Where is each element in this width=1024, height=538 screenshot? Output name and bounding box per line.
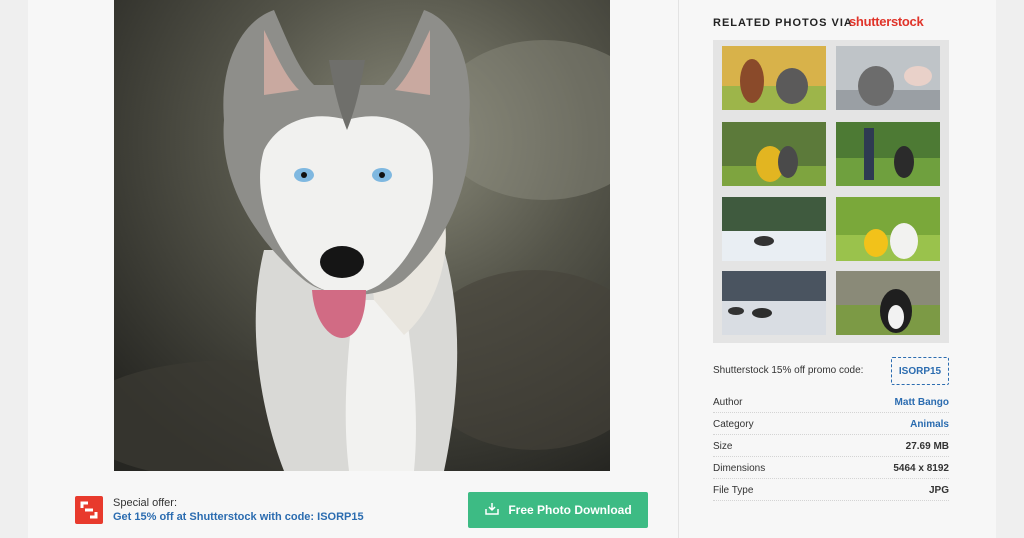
meta-dimensions-label: Dimensions [713,463,766,474]
promo-code-button[interactable]: ISORP15 [891,357,949,385]
meta-category-link[interactable]: Animals [910,419,949,430]
meta-size-value: 27.69 MB [905,441,949,452]
meta-dimensions-row: Dimensions 5464 x 8192 [713,462,949,479]
free-photo-download-button[interactable]: Free Photo Download [468,492,648,528]
special-offer-label: Special offer: [113,497,178,509]
page: Special offer: Get 15% off at Shuttersto… [0,0,1024,538]
related-photos-grid [713,40,949,343]
related-photo-thumbnail[interactable] [836,46,940,110]
meta-size-label: Size [713,441,733,452]
meta-author-row: Author Matt Bango [713,396,949,413]
related-photo-thumbnail[interactable] [722,271,826,335]
meta-category-row: Category Animals [713,418,949,435]
special-offer-link[interactable]: Get 15% off at Shutterstock with code: I… [113,511,364,523]
download-icon [484,502,500,519]
meta-dimensions-value: 5464 x 8192 [893,463,949,474]
related-photos-title: RELATED PHOTOS VIA [713,17,853,29]
related-photo-thumbnail[interactable] [836,197,940,261]
main-photo[interactable] [114,0,610,471]
promo-code-label: Shutterstock 15% off promo code: [713,365,864,376]
meta-author-label: Author [713,397,743,408]
meta-category-label: Category [713,419,754,430]
meta-author-link[interactable]: Matt Bango [895,397,949,408]
meta-size-row: Size 27.69 MB [713,440,949,457]
related-photo-thumbnail[interactable] [722,197,826,261]
meta-filetype-row: File Type JPG [713,484,949,501]
meta-filetype-label: File Type [713,485,754,496]
related-photo-thumbnail[interactable] [722,46,826,110]
meta-filetype-value: JPG [928,485,949,496]
related-photo-thumbnail[interactable] [722,122,826,186]
download-button-label: Free Photo Download [508,503,632,517]
shutterstock-brand-link[interactable]: shutterstock [849,14,924,29]
related-photo-thumbnail[interactable] [836,271,940,335]
shutterstock-logo-icon [75,496,103,524]
related-photo-thumbnail[interactable] [836,122,940,186]
